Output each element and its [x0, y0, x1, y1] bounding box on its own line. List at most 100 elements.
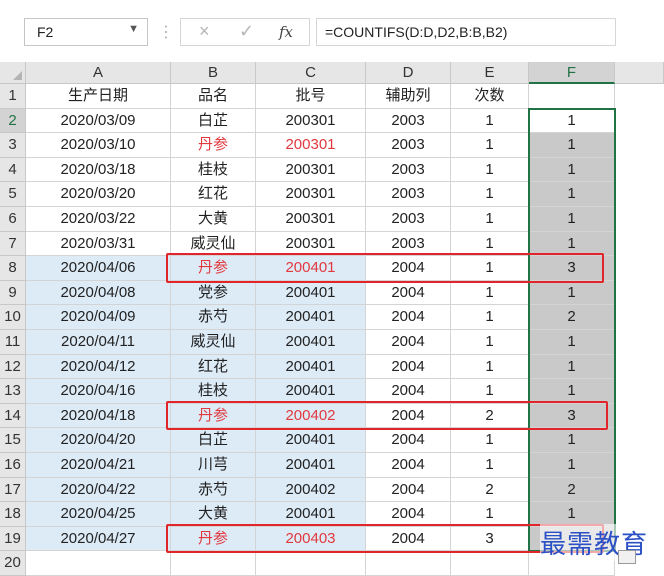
cell-F3[interactable]: 1: [529, 133, 615, 158]
cell-A12[interactable]: 2020/04/12: [26, 354, 171, 380]
cell-E17[interactable]: 2: [451, 477, 529, 503]
row-header-7[interactable]: 7: [0, 231, 26, 257]
cell-A18[interactable]: 2020/04/25: [26, 502, 171, 527]
cell-E10[interactable]: 1: [451, 305, 529, 330]
cell-E3[interactable]: 1: [451, 133, 529, 158]
cell-E11[interactable]: 1: [451, 330, 529, 355]
cell-B17[interactable]: 赤芍: [171, 477, 256, 503]
cell-B10[interactable]: 赤芍: [171, 305, 256, 330]
cell-D7[interactable]: 2003: [366, 231, 451, 257]
cell-A3[interactable]: 2020/03/10: [26, 133, 171, 158]
cell-B11[interactable]: 威灵仙: [171, 330, 256, 355]
cancel-icon[interactable]: ×: [199, 21, 210, 42]
row-header-18[interactable]: 18: [0, 502, 26, 527]
header-cell-C[interactable]: 批号: [256, 84, 366, 109]
header-cell-B[interactable]: 品名: [171, 84, 256, 109]
cell-D10[interactable]: 2004: [366, 305, 451, 330]
cell-E7[interactable]: 1: [451, 231, 529, 257]
cell-A10[interactable]: 2020/04/09: [26, 305, 171, 330]
name-box[interactable]: F2 ▼: [24, 18, 148, 46]
cell-C15[interactable]: 200401: [256, 428, 366, 453]
cell-F15[interactable]: 1: [529, 428, 615, 453]
cell-B7[interactable]: 威灵仙: [171, 231, 256, 257]
cell-B8[interactable]: 丹参: [171, 256, 256, 281]
cell-C2[interactable]: 200301: [256, 108, 366, 134]
row-header-15[interactable]: 15: [0, 428, 26, 453]
cell-A16[interactable]: 2020/04/21: [26, 453, 171, 478]
quick-analysis-icon[interactable]: [618, 550, 636, 564]
cell-B3[interactable]: 丹参: [171, 133, 256, 158]
cell-F14[interactable]: 3: [529, 403, 615, 429]
cell-A13[interactable]: 2020/04/16: [26, 379, 171, 404]
cell-B16[interactable]: 川芎: [171, 453, 256, 478]
cell-C5[interactable]: 200301: [256, 182, 366, 207]
cell-F5[interactable]: 1: [529, 182, 615, 207]
cell-D6[interactable]: 2003: [366, 207, 451, 232]
row-header-11[interactable]: 11: [0, 330, 26, 355]
chevron-down-icon[interactable]: ▼: [128, 23, 139, 35]
cell-A11[interactable]: 2020/04/11: [26, 330, 171, 355]
cell-F4[interactable]: 1: [529, 157, 615, 183]
column-header-E[interactable]: E: [451, 62, 529, 84]
column-header-A[interactable]: A: [26, 62, 171, 84]
cell-C11[interactable]: 200401: [256, 330, 366, 355]
cell-E15[interactable]: 1: [451, 428, 529, 453]
cell-B2[interactable]: 白芷: [171, 108, 256, 134]
cell-E13[interactable]: 1: [451, 379, 529, 404]
cell-D4[interactable]: 2003: [366, 157, 451, 183]
cell-A9[interactable]: 2020/04/08: [26, 280, 171, 306]
formula-input[interactable]: =COUNTIFS(D:D,D2,B:B,B2): [316, 18, 616, 46]
cell-F6[interactable]: 1: [529, 207, 615, 232]
cell-E18[interactable]: 1: [451, 502, 529, 527]
cell-F8[interactable]: 3: [529, 256, 615, 281]
cell-A2[interactable]: 2020/03/09: [26, 108, 171, 134]
row-header-4[interactable]: 4: [0, 157, 26, 183]
cell-E20[interactable]: [451, 551, 529, 576]
cell-D3[interactable]: 2003: [366, 133, 451, 158]
cell-E12[interactable]: 1: [451, 354, 529, 380]
row-header-16[interactable]: 16: [0, 453, 26, 478]
row-header-20[interactable]: 20: [0, 551, 26, 576]
cell-F17[interactable]: 2: [529, 477, 615, 503]
cell-A17[interactable]: 2020/04/22: [26, 477, 171, 503]
cell-D11[interactable]: 2004: [366, 330, 451, 355]
enter-icon[interactable]: ✓: [239, 21, 254, 42]
cell-E16[interactable]: 1: [451, 453, 529, 478]
cell-C14[interactable]: 200402: [256, 403, 366, 429]
cell-C6[interactable]: 200301: [256, 207, 366, 232]
row-header-9[interactable]: 9: [0, 280, 26, 306]
row-header-1[interactable]: 1: [0, 84, 26, 109]
cell-B4[interactable]: 桂枝: [171, 157, 256, 183]
cell-A20[interactable]: [26, 551, 171, 576]
cell-C16[interactable]: 200401: [256, 453, 366, 478]
cell-E5[interactable]: 1: [451, 182, 529, 207]
row-header-12[interactable]: 12: [0, 354, 26, 380]
column-header-D[interactable]: D: [366, 62, 451, 84]
column-header-F[interactable]: F: [529, 62, 615, 84]
cell-D5[interactable]: 2003: [366, 182, 451, 207]
cell-A14[interactable]: 2020/04/18: [26, 403, 171, 429]
cell-F7[interactable]: 1: [529, 231, 615, 257]
row-header-6[interactable]: 6: [0, 207, 26, 232]
column-header-B[interactable]: B: [171, 62, 256, 84]
cell-F16[interactable]: 1: [529, 453, 615, 478]
select-all-corner[interactable]: [0, 62, 26, 84]
cell-C12[interactable]: 200401: [256, 354, 366, 380]
cell-A5[interactable]: 2020/03/20: [26, 182, 171, 207]
cell-C13[interactable]: 200401: [256, 379, 366, 404]
cell-F11[interactable]: 1: [529, 330, 615, 355]
drag-handle-icon[interactable]: ⋮: [158, 22, 174, 42]
row-header-8[interactable]: 8: [0, 256, 26, 281]
cell-B13[interactable]: 桂枝: [171, 379, 256, 404]
cell-E2[interactable]: 1: [451, 108, 529, 134]
header-cell-E[interactable]: 次数: [451, 84, 529, 109]
cell-E4[interactable]: 1: [451, 157, 529, 183]
cell-E19[interactable]: 3: [451, 526, 529, 552]
cell-D18[interactable]: 2004: [366, 502, 451, 527]
header-cell-A[interactable]: 生产日期: [26, 84, 171, 109]
cell-B5[interactable]: 红花: [171, 182, 256, 207]
cell-D14[interactable]: 2004: [366, 403, 451, 429]
column-header-C[interactable]: C: [256, 62, 366, 84]
cell-B12[interactable]: 红花: [171, 354, 256, 380]
cell-A8[interactable]: 2020/04/06: [26, 256, 171, 281]
